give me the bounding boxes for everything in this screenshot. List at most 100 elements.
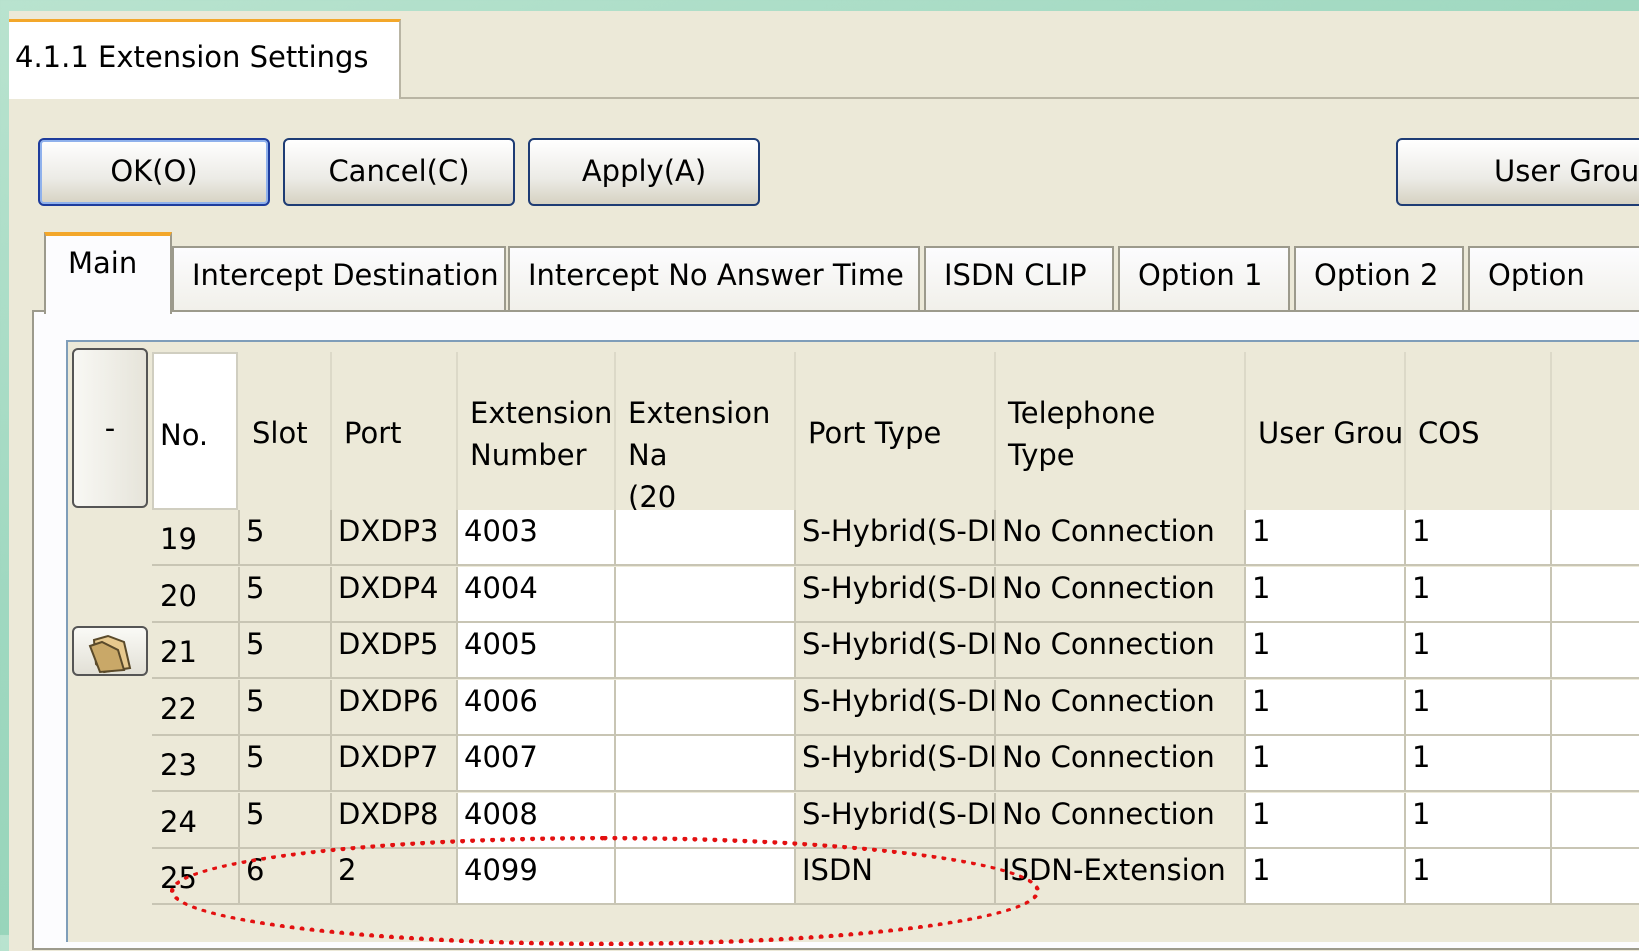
extension-number-cell[interactable]: 4006: [458, 679, 616, 736]
tab-main[interactable]: Main: [44, 232, 172, 314]
extension-grid: - No. Slot Port Extension Number Extensi…: [66, 340, 1639, 942]
column-header-no[interactable]: No.: [152, 352, 238, 510]
tab-option-3[interactable]: Option: [1468, 246, 1639, 310]
row-number: 22: [152, 679, 240, 736]
slot-cell[interactable]: 5: [240, 623, 332, 679]
column-header-user-group[interactable]: User Grou: [1246, 352, 1406, 510]
table-row[interactable]: 21 5 DXDP5 4005 S-Hybrid(S-DF No Connection 1 1: [68, 623, 1639, 679]
extension-name-cell[interactable]: [616, 679, 796, 736]
cos-cell[interactable]: 1: [1406, 736, 1552, 792]
port-type-cell[interactable]: S-Hybrid(S-DF: [796, 679, 996, 736]
port-type-cell[interactable]: S-Hybrid(S-DF: [796, 623, 996, 679]
tab-intercept-destination[interactable]: Intercept Destination: [172, 246, 506, 310]
user-group-cell[interactable]: 1: [1246, 849, 1406, 905]
apply-button[interactable]: Apply(A): [528, 138, 760, 206]
port-cell[interactable]: DXDP7: [332, 736, 458, 792]
port-cell[interactable]: DXDP4: [332, 566, 458, 623]
tab-option-2[interactable]: Option 2: [1294, 246, 1464, 310]
title-divider: [401, 97, 1639, 99]
extension-number-cell[interactable]: 4099: [458, 849, 616, 905]
port-type-cell[interactable]: S-Hybrid(S-DF: [796, 566, 996, 623]
window-title-tab: 4.1.1 Extension Settings: [9, 19, 401, 99]
table-row[interactable]: 22 5 DXDP6 4006 S-Hybrid(S-DF No Connection 1 1: [68, 679, 1639, 736]
cos-cell[interactable]: 1: [1406, 849, 1552, 905]
telephone-type-cell[interactable]: No Connection: [996, 510, 1246, 566]
row-number: 20: [152, 566, 240, 623]
slot-cell[interactable]: 5: [240, 792, 332, 849]
column-header-cos[interactable]: COS: [1406, 352, 1552, 510]
port-type-cell[interactable]: ISDN: [796, 849, 996, 905]
table-row[interactable]: 23 5 DXDP7 4007 S-Hybrid(S-DF No Connection 1 1: [68, 736, 1639, 792]
extension-number-cell[interactable]: 4003: [458, 510, 616, 566]
column-header-port[interactable]: Port: [332, 352, 458, 510]
port-cell[interactable]: DXDP3: [332, 510, 458, 566]
user-group-button[interactable]: User Grou: [1396, 138, 1639, 206]
extension-name-cell[interactable]: [616, 849, 796, 905]
port-cell[interactable]: DXDP6: [332, 679, 458, 736]
extension-number-cell[interactable]: 4004: [458, 566, 616, 623]
extension-name-cell[interactable]: [616, 736, 796, 792]
telephone-type-cell[interactable]: No Connection: [996, 792, 1246, 849]
extension-name-cell[interactable]: [616, 510, 796, 566]
tab-isdn-clip[interactable]: ISDN CLIP: [924, 246, 1114, 310]
user-group-cell[interactable]: 1: [1246, 679, 1406, 736]
cos-cell[interactable]: 1: [1406, 566, 1552, 623]
port-cell[interactable]: 2: [332, 849, 458, 905]
extra-cell[interactable]: [1552, 736, 1639, 792]
user-group-cell[interactable]: 1: [1246, 510, 1406, 566]
extra-cell[interactable]: [1552, 849, 1639, 905]
tab-intercept-no-answer-time[interactable]: Intercept No Answer Time: [508, 246, 920, 310]
slot-cell[interactable]: 6: [240, 849, 332, 905]
cos-cell[interactable]: 1: [1406, 792, 1552, 849]
column-header-extension-number[interactable]: Extension Number: [458, 352, 616, 510]
extra-cell[interactable]: [1552, 679, 1639, 736]
extension-number-cell[interactable]: 4005: [458, 623, 616, 679]
cos-cell[interactable]: 1: [1406, 623, 1552, 679]
telephone-type-cell[interactable]: No Connection: [996, 736, 1246, 792]
table-row[interactable]: 20 5 DXDP4 4004 S-Hybrid(S-DF No Connection 1 1: [68, 566, 1639, 623]
column-header-extension-name[interactable]: Extension Na (20 characte: [616, 352, 796, 510]
user-group-cell[interactable]: 1: [1246, 623, 1406, 679]
telephone-type-cell[interactable]: ISDN-Extension: [996, 849, 1246, 905]
telephone-type-cell[interactable]: No Connection: [996, 623, 1246, 679]
slot-cell[interactable]: 5: [240, 736, 332, 792]
row-number: 19: [152, 510, 240, 566]
extra-cell[interactable]: [1552, 623, 1639, 679]
tab-option-1[interactable]: Option 1: [1118, 246, 1290, 310]
extension-name-cell[interactable]: [616, 792, 796, 849]
port-type-cell[interactable]: S-Hybrid(S-DF: [796, 736, 996, 792]
extra-cell[interactable]: [1552, 792, 1639, 849]
cos-cell[interactable]: 1: [1406, 679, 1552, 736]
table-row[interactable]: 24 5 DXDP8 4008 S-Hybrid(S-DF No Connection 1 1: [68, 792, 1639, 849]
telephone-type-cell[interactable]: No Connection: [996, 679, 1246, 736]
port-cell[interactable]: DXDP8: [332, 792, 458, 849]
column-header-port-type[interactable]: Port Type: [796, 352, 996, 510]
cos-cell[interactable]: 1: [1406, 510, 1552, 566]
cancel-button[interactable]: Cancel(C): [283, 138, 515, 206]
slot-cell[interactable]: 5: [240, 679, 332, 736]
column-header-telephone-type[interactable]: Telephone Type: [996, 352, 1246, 510]
column-header-slot[interactable]: Slot: [240, 352, 332, 510]
extra-cell[interactable]: [1552, 566, 1639, 623]
extension-number-cell[interactable]: 4007: [458, 736, 616, 792]
port-cell[interactable]: DXDP5: [332, 623, 458, 679]
extension-name-cell[interactable]: [616, 566, 796, 623]
table-row[interactable]: 19 5 DXDP3 4003 S-Hybrid(S-DF No Connection 1 1: [68, 510, 1639, 566]
slot-cell[interactable]: 5: [240, 510, 332, 566]
extension-number-cell[interactable]: 4008: [458, 792, 616, 849]
telephone-type-cell[interactable]: No Connection: [996, 566, 1246, 623]
user-group-cell[interactable]: 1: [1246, 792, 1406, 849]
window-title: 4.1.1 Extension Settings: [15, 40, 369, 74]
ok-button[interactable]: OK(O): [38, 138, 270, 206]
user-group-cell[interactable]: 1: [1246, 566, 1406, 623]
extra-cell[interactable]: [1552, 510, 1639, 566]
port-type-cell[interactable]: S-Hybrid(S-DF: [796, 510, 996, 566]
port-type-cell[interactable]: S-Hybrid(S-DF: [796, 792, 996, 849]
table-row[interactable]: 25 6 2 4099 ISDN ISDN-Extension 1 1: [68, 849, 1639, 905]
slot-cell[interactable]: 5: [240, 566, 332, 623]
row-number: 23: [152, 736, 240, 792]
extension-name-cell[interactable]: [616, 623, 796, 679]
select-all-button[interactable]: -: [72, 348, 148, 508]
user-group-cell[interactable]: 1: [1246, 736, 1406, 792]
tab-bar: Main Intercept Destination Intercept No …: [32, 232, 1639, 314]
